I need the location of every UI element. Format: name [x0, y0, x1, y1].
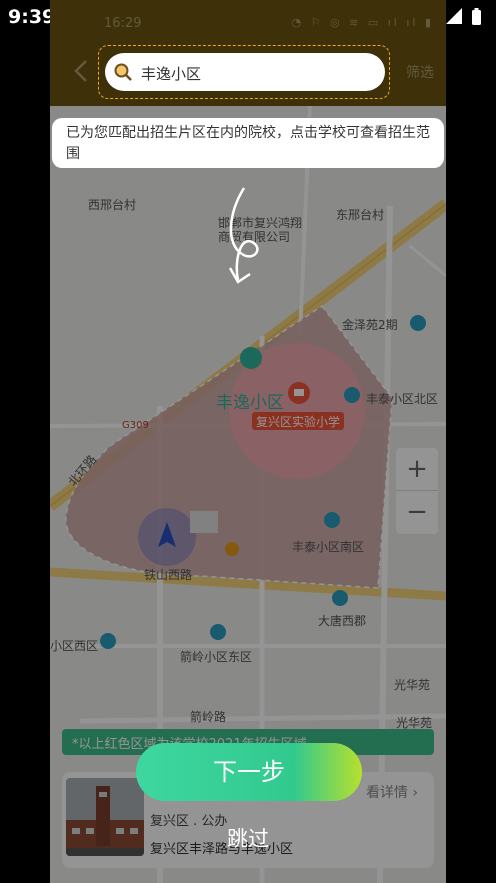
map-label-g309: G309 — [122, 420, 149, 431]
guide-arrow-icon — [228, 187, 259, 284]
chevron-right-icon: › — [412, 785, 418, 801]
map-label-tiehe: 铁山西路 — [144, 568, 193, 582]
guide-tooltip-text: 已为您匹配出招生片区在内的院校，点击学校可查看招生范围 — [66, 125, 430, 162]
next-step-button[interactable]: 下一步 — [136, 743, 362, 801]
inner-status-time: 16:29 — [104, 16, 142, 31]
map-label-east-xing: 东邢台村 — [336, 208, 385, 222]
map-label-jinze: 金泽苑2期 — [342, 318, 398, 332]
map-label-fengtai-south: 丰泰小区南区 — [292, 540, 365, 554]
map-label-datang: 大唐西郡 — [318, 614, 367, 628]
search-input[interactable]: 丰逸小区 — [105, 53, 385, 91]
view-details-label: 看详情 — [365, 785, 408, 801]
skip-button[interactable]: 跳过 — [210, 823, 286, 853]
map-label-school[interactable]: 复兴区实验小学 — [256, 413, 340, 430]
zoom-out-button[interactable]: − — [396, 491, 438, 534]
zoom-controls: + − — [396, 448, 438, 534]
map-label-xiqu: 小区西区 — [50, 639, 99, 653]
map-label-jianling-east: 箭岭小区东区 — [180, 650, 253, 664]
view-details-link[interactable]: 看详情 › — [366, 782, 418, 802]
battery-icon — [472, 10, 481, 25]
map-label-guanghua: 光华苑 — [394, 678, 431, 692]
school-photo — [66, 778, 144, 856]
filter-button[interactable]: 筛选 — [406, 62, 434, 82]
school-building-image — [66, 778, 144, 856]
guide-tooltip: 已为您匹配出招生片区在内的院校，点击学校可查看招生范围 — [52, 118, 444, 168]
zoom-in-button[interactable]: + — [396, 448, 438, 491]
system-time: 9:39 — [8, 6, 56, 28]
inner-status-icons: ◔ ⚐ ◎ ≋ ▭ ıl ıl ▮ — [291, 16, 434, 29]
map-label-fengtai-north: 丰泰小区北区 — [366, 392, 439, 406]
search-value: 丰逸小区 — [141, 65, 202, 83]
map-pin-green — [240, 347, 262, 369]
map-label-fengyi: 丰逸小区 — [216, 393, 284, 413]
back-chevron-icon[interactable] — [72, 58, 90, 84]
map-label-jianling-road: 箭岭路 — [190, 710, 227, 724]
app-screen: 16:29 ◔ ⚐ ◎ ≋ ▭ ıl ıl ▮ 筛选 西邢台村 邯郸市复兴鸿翔商… — [50, 0, 446, 883]
map-label-west-xing: 西邢台村 — [88, 198, 137, 212]
search-icon — [114, 63, 132, 81]
signal-icon — [446, 8, 462, 24]
